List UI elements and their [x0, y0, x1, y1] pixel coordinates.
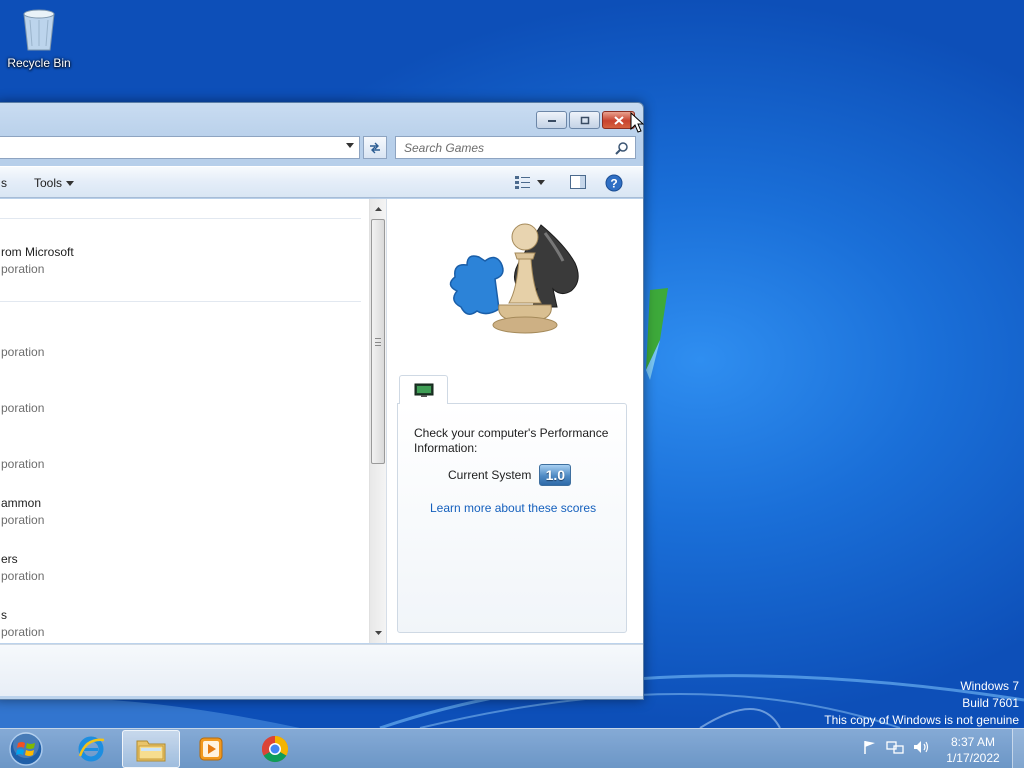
minimize-button[interactable] — [536, 111, 567, 129]
watermark-genuine: This copy of Windows is not genuine — [824, 713, 1019, 727]
game-publisher: poration — [1, 262, 45, 276]
games-hero-icon — [449, 223, 579, 334]
media-player-icon — [199, 737, 223, 761]
system-tray — [862, 739, 930, 755]
chrome-icon — [261, 735, 289, 763]
list-item[interactable]: ​ poration — [1, 384, 44, 415]
game-name: ers — [1, 552, 18, 566]
game-name: ammon — [1, 496, 42, 510]
recycle-bin-icon — [23, 9, 55, 51]
scroll-thumb[interactable] — [371, 219, 385, 464]
list-item[interactable]: ammon poration — [1, 496, 44, 527]
network-icon[interactable] — [886, 739, 904, 755]
recycle-bin-label: Recycle Bin — [7, 56, 71, 70]
clock-time: 8:37 AM — [950, 735, 996, 749]
game-publisher: poration — [1, 513, 45, 527]
game-publisher: poration — [1, 345, 45, 359]
clock-date: 1/17/2022 — [946, 751, 1000, 765]
command-bar: s Tools ? — [0, 166, 643, 198]
list-item[interactable]: ​ poration — [1, 440, 44, 471]
search-input[interactable] — [404, 140, 604, 155]
address-row — [0, 136, 645, 162]
grip-icon — [375, 338, 381, 346]
scroll-down-button[interactable] — [370, 625, 386, 641]
game-publisher: poration — [1, 401, 45, 415]
watermark-build: Build 7601 — [962, 696, 1019, 710]
performance-score-badge: 1.0 — [539, 464, 572, 486]
internet-explorer-icon — [78, 736, 105, 762]
address-bar[interactable] — [0, 136, 360, 159]
refresh-button[interactable] — [363, 136, 387, 159]
list-separator — [0, 301, 361, 302]
taskbar-chrome[interactable] — [246, 730, 304, 768]
game-name: s — [1, 608, 7, 622]
performance-tab[interactable] — [399, 375, 448, 404]
list-separator — [0, 218, 361, 219]
mouse-cursor-icon — [630, 112, 644, 133]
refresh-arrows-icon — [370, 142, 380, 153]
game-publisher: poration — [1, 569, 45, 583]
taskbar-windows-explorer[interactable] — [122, 730, 180, 768]
list-item[interactable]: ers poration — [1, 552, 44, 583]
windows-start-orb-icon — [9, 732, 43, 766]
windows-watermark: Windows 7 Build 7601 This copy of Window… — [824, 678, 1019, 729]
chevron-down-icon — [537, 179, 545, 185]
game-publisher: poration — [1, 457, 45, 471]
change-view-button[interactable] — [515, 175, 545, 189]
list-item[interactable]: rom Microsoft poration — [1, 245, 74, 276]
volume-icon[interactable] — [912, 739, 930, 755]
chevron-down-icon[interactable] — [346, 143, 354, 149]
restore-button[interactable] — [569, 111, 600, 129]
window-caption-buttons — [536, 111, 635, 129]
list-item[interactable]: s poration — [1, 608, 44, 639]
tools-menu[interactable]: Tools — [34, 176, 75, 190]
watermark-os: Windows 7 — [960, 679, 1019, 693]
search-icon[interactable] — [615, 141, 629, 155]
recycle-bin-shortcut[interactable]: Recycle Bin — [4, 6, 74, 76]
close-icon — [613, 115, 624, 125]
learn-more-scores-link[interactable]: Learn more about these scores — [430, 501, 596, 515]
game-publisher: poration — [1, 625, 45, 639]
games-window: s Tools ? rom Microsoft poration — [0, 102, 644, 700]
start-button[interactable] — [6, 730, 46, 768]
games-list-scrollbar[interactable] — [369, 199, 386, 643]
toolbar-partial-item[interactable]: s — [1, 176, 7, 190]
list-item[interactable]: ​ poration — [1, 328, 44, 359]
performance-panel: Check your computer's Performance Inform… — [397, 403, 627, 633]
tools-menu-label: Tools — [34, 176, 63, 190]
show-desktop-button[interactable] — [1012, 729, 1024, 768]
folder-icon — [136, 740, 166, 762]
scroll-up-button[interactable] — [370, 201, 386, 217]
taskbar: 8:37 AM 1/17/2022 — [0, 728, 1024, 768]
game-name: ​ — [1, 384, 44, 398]
taskbar-media-player[interactable] — [182, 730, 240, 768]
computer-monitor-icon — [414, 383, 433, 397]
games-list: rom Microsoft poration ​ poration ​ pora… — [0, 199, 369, 643]
chevron-down-icon — [374, 631, 382, 635]
current-system-label: Current System — [448, 468, 532, 482]
action-center-flag-icon[interactable] — [862, 739, 878, 755]
preview-pane-icon[interactable] — [570, 175, 586, 189]
chevron-up-icon — [374, 207, 382, 211]
details-pane: Check your computer's Performance Inform… — [387, 199, 643, 643]
game-name: ​ — [1, 440, 44, 454]
chevron-down-icon — [66, 181, 75, 187]
search-box[interactable] — [395, 136, 636, 159]
svg-text:?: ? — [610, 177, 617, 191]
performance-title: Check your computer's Performance Inform… — [414, 426, 609, 455]
content-area: rom Microsoft poration ​ poration ​ pora… — [0, 199, 643, 643]
taskbar-clock[interactable]: 8:37 AM 1/17/2022 — [940, 734, 1006, 766]
game-name: ​ — [1, 328, 44, 342]
minimize-icon — [547, 120, 556, 122]
view-details-icon — [515, 176, 530, 189]
taskbar-internet-explorer[interactable] — [62, 730, 120, 768]
game-name: rom Microsoft — [1, 245, 74, 259]
restore-icon — [580, 116, 589, 124]
help-icon[interactable]: ? — [605, 174, 623, 192]
current-system-row: Current System 1.0 — [448, 464, 572, 486]
details-status-bar — [0, 644, 643, 696]
